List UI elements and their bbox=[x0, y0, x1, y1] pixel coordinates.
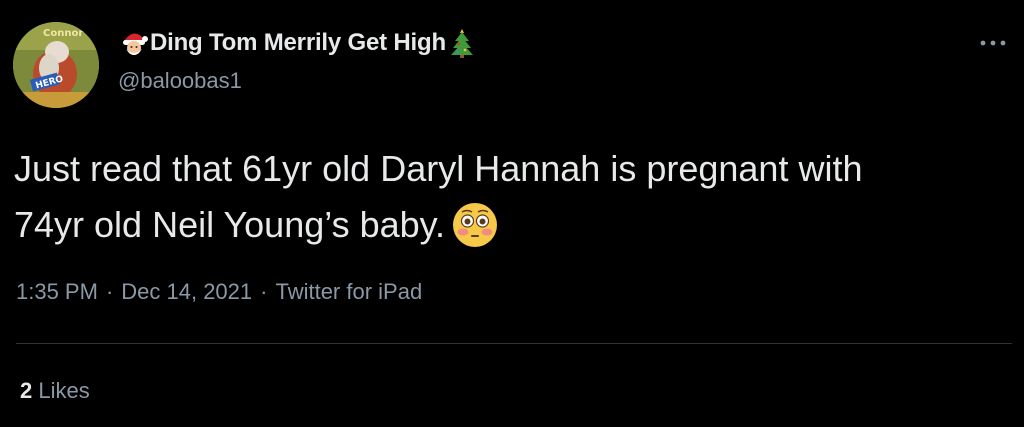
tweet-source[interactable]: Twitter for iPad bbox=[275, 279, 422, 304]
tweet-metadata: 1:35 PM · Dec 14, 2021 · Twitter for iPad bbox=[16, 279, 422, 305]
author-name-row[interactable]: Ding Tom Merrily Get High bbox=[118, 26, 478, 60]
christmas-tree-emoji-icon bbox=[446, 27, 478, 59]
divider bbox=[16, 343, 1012, 344]
more-options-icon bbox=[980, 40, 1006, 46]
flushed-face-emoji-icon bbox=[451, 201, 499, 249]
avatar[interactable]: Connor HERO bbox=[13, 22, 99, 108]
separator-dot: · bbox=[260, 279, 268, 304]
more-options-button[interactable] bbox=[975, 32, 1011, 54]
separator-dot: · bbox=[105, 279, 114, 304]
likes-count: 2 bbox=[20, 378, 33, 403]
svg-text:Connor: Connor bbox=[43, 28, 83, 39]
author-handle[interactable]: @baloobas1 bbox=[118, 68, 242, 94]
display-name: Ding Tom Merrily Get High bbox=[150, 29, 446, 56]
likes-label: Likes bbox=[38, 378, 90, 403]
tweet-text-line-1: Just read that 61yr old Daryl Hannah is … bbox=[14, 148, 863, 189]
likes-link[interactable]: 2 Likes bbox=[20, 378, 90, 404]
tweet-time[interactable]: 1:35 PM bbox=[16, 279, 98, 304]
avatar-image: Connor HERO bbox=[13, 22, 99, 108]
tweet-date[interactable]: Dec 14, 2021 bbox=[121, 279, 252, 304]
tweet-text: Just read that 61yr old Daryl Hannah is … bbox=[14, 141, 1004, 253]
tweet-text-line-2-text: 74yr old Neil Young’s baby. bbox=[14, 204, 445, 245]
tweet-text-line-2: 74yr old Neil Young’s baby. bbox=[14, 197, 1004, 253]
santa-emoji-icon bbox=[118, 27, 150, 59]
tweet-card: Connor HERO Ding Tom Merrily Get High @b… bbox=[0, 0, 1024, 427]
